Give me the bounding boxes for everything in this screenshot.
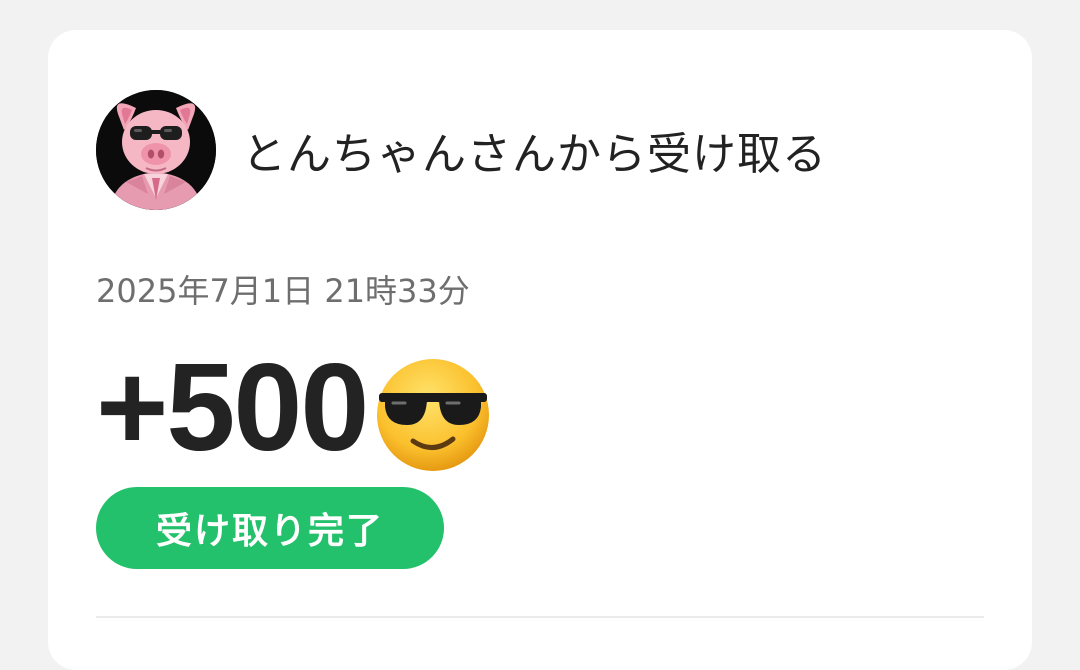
amount-row: +500 xyxy=(96,338,495,478)
received-status-badge: 受け取り完了 xyxy=(96,487,444,569)
sender-title: とんちゃんさんから受け取る xyxy=(242,129,827,180)
amount-value: +500 xyxy=(96,339,369,477)
smiling-face-with-sunglasses-icon xyxy=(371,351,495,475)
transaction-card: とんちゃんさんから受け取る 2025年7月1日 21時33分 +500 受け取り… xyxy=(48,30,1032,670)
sender-row: とんちゃんさんから受け取る xyxy=(96,90,827,210)
pig-avatar-icon[interactable] xyxy=(96,90,216,210)
transaction-timestamp: 2025年7月1日 21時33分 xyxy=(96,272,470,310)
divider xyxy=(96,616,984,618)
